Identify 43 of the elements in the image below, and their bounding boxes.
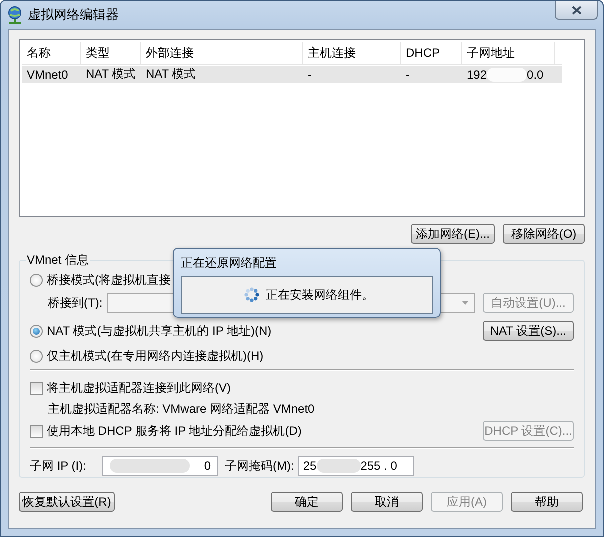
field-label: 子网 IP (I): xyxy=(30,458,88,474)
close-button[interactable] xyxy=(555,1,598,20)
network-row[interactable]: VMnet0 NAT 模式 NAT 模式 - - 192 0.0 xyxy=(22,66,562,83)
dialog-title: 正在还原网络配置 xyxy=(181,255,277,272)
close-icon xyxy=(572,6,582,14)
field-label: 桥接到(T): xyxy=(48,294,103,312)
adapter-name-text: 主机虚拟适配器名称: VMware 网络适配器 VMnet0 xyxy=(48,400,315,418)
dropdown-arrow-icon xyxy=(462,301,469,305)
ok-button[interactable]: 确定 xyxy=(271,492,343,512)
network-globe-icon xyxy=(7,6,23,24)
column-header[interactable]: 类型 xyxy=(81,42,141,64)
radio-button[interactable] xyxy=(30,350,43,362)
field-label: 子网掩码(M): xyxy=(225,458,294,474)
table-cell-text: NAT 模式 xyxy=(85,66,138,83)
table-cell: 0.0 xyxy=(527,68,544,82)
nat-settings-button[interactable]: NAT 设置(S)... xyxy=(483,321,574,341)
table-cell-text: VMnet0 xyxy=(26,66,70,83)
table-cell-text: - xyxy=(307,66,313,83)
group-title: VMnet 信息 xyxy=(26,252,90,269)
blurred-area xyxy=(487,68,528,82)
column-header[interactable]: 外部连接 xyxy=(141,42,303,64)
column-header[interactable]: 主机连接 xyxy=(303,42,401,64)
column-header[interactable]: 子网地址 xyxy=(462,42,555,64)
cancel-button[interactable]: 取消 xyxy=(351,492,423,512)
blurred-area xyxy=(316,459,361,473)
subnet-ip-field[interactable]: 0 xyxy=(102,456,218,476)
table-cell: 192 xyxy=(467,68,488,82)
checkbox[interactable] xyxy=(30,382,43,394)
column-header[interactable]: DHCP xyxy=(401,42,462,64)
table-cell-text: - xyxy=(405,66,411,83)
radio-button[interactable] xyxy=(30,274,43,286)
column-header[interactable]: 名称 xyxy=(22,42,81,64)
radio-button[interactable] xyxy=(30,324,43,338)
window-title: 虚拟网络编辑器 xyxy=(28,6,119,24)
restore-defaults-button[interactable]: 恢复默认设置(R) xyxy=(19,492,115,512)
help-button[interactable]: 帮助 xyxy=(511,492,583,512)
remove-network-button[interactable]: 移除网络(O) xyxy=(503,224,585,244)
subnet-mask-field[interactable]: 25 255 . 0 xyxy=(298,456,414,476)
status-message: 正在安装网络组件。 xyxy=(266,286,374,304)
add-network-button[interactable]: 添加网络(E)... xyxy=(411,224,495,244)
table-cell-text: NAT 模式 xyxy=(145,66,198,83)
checkbox[interactable] xyxy=(30,424,43,438)
spinner-icon xyxy=(244,287,260,303)
